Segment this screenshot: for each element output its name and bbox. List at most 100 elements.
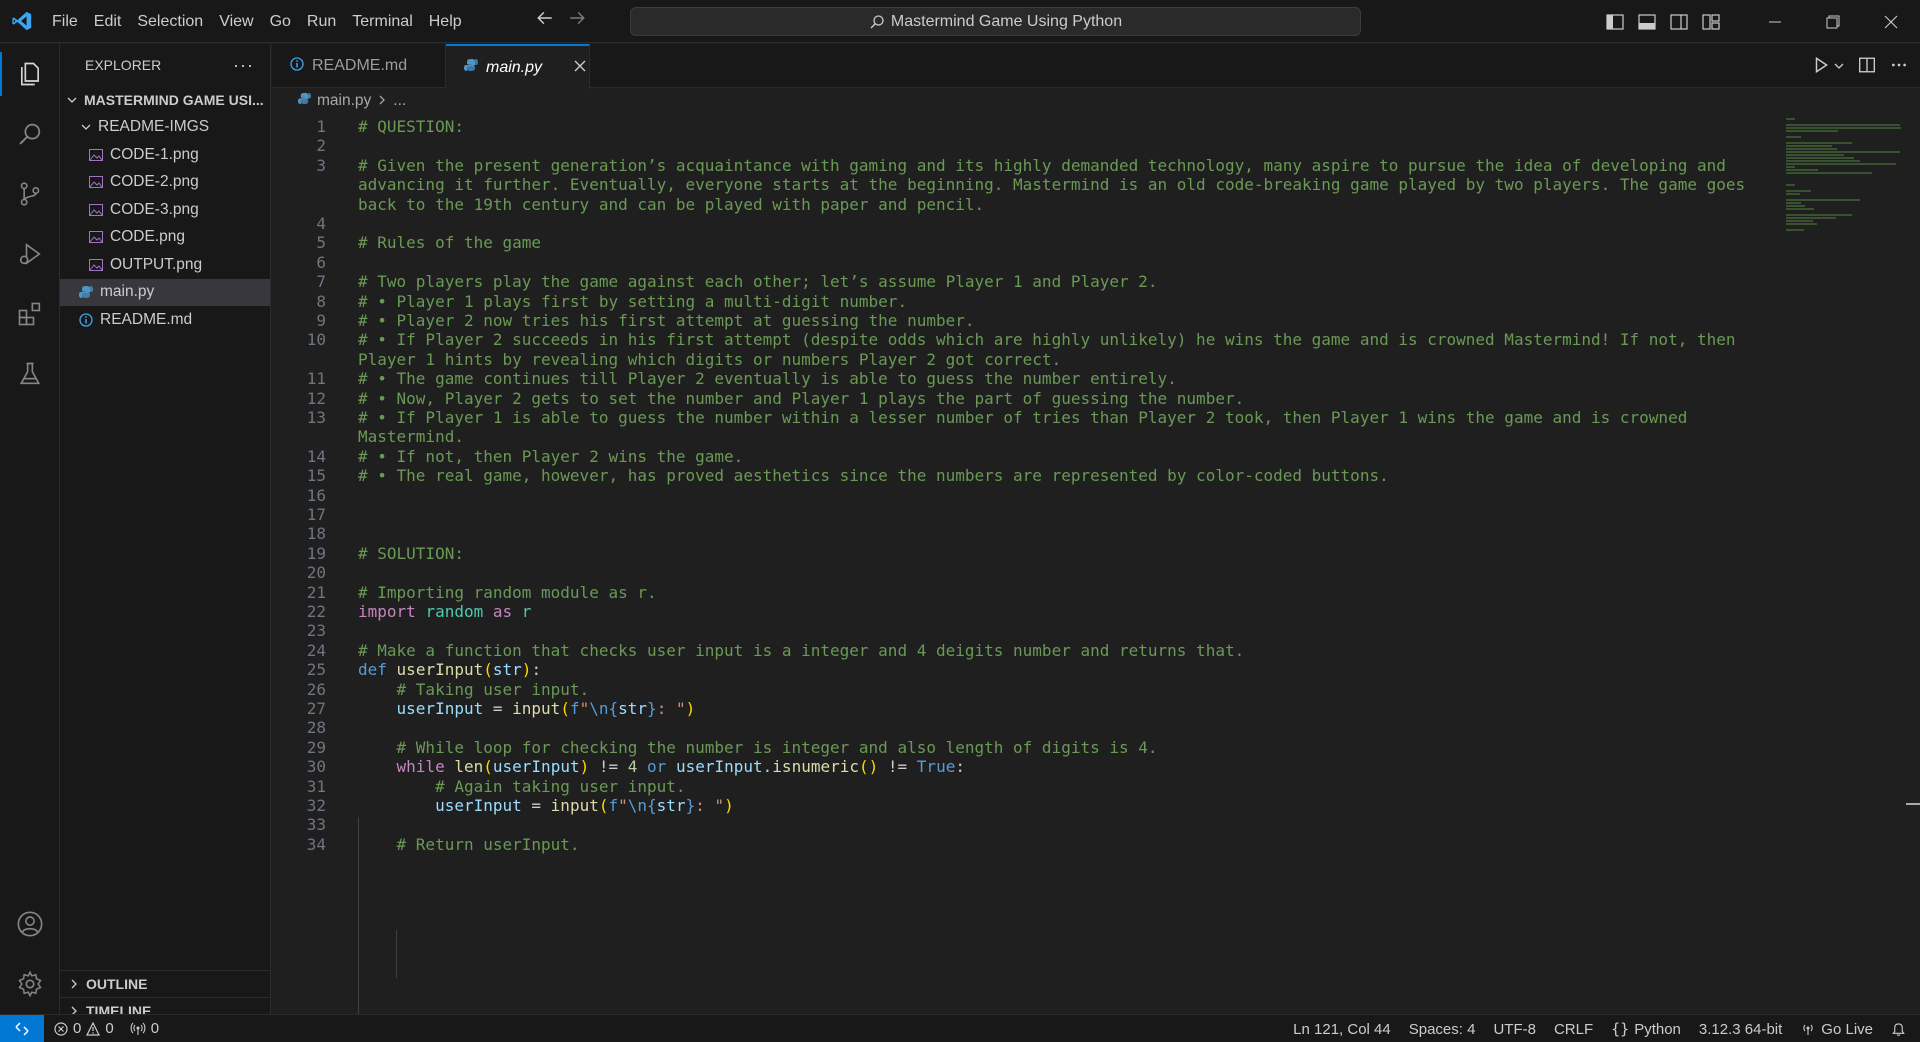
file-item-output[interactable]: OUTPUT.png (60, 251, 270, 279)
file-item-code[interactable]: CODE.png (60, 224, 270, 252)
code-token: # • Now, Player 2 gets to set the number… (358, 388, 1245, 408)
code-token: Mastermind. (358, 427, 464, 447)
run-and-debug-icon[interactable] (0, 224, 60, 284)
folder-label: README-IMGS (98, 118, 210, 136)
go-live-label: Go Live (1821, 1020, 1873, 1038)
menu-terminal[interactable]: Terminal (344, 0, 420, 43)
code-token: str (656, 796, 686, 815)
code-token: . (762, 757, 773, 777)
minimap-line (1786, 172, 1872, 174)
code-token: import (358, 602, 416, 621)
toggle-secondary-sidebar-icon[interactable] (1668, 11, 1690, 33)
encoding[interactable]: UTF-8 (1493, 1021, 1536, 1038)
folder-readme-imgs[interactable]: README-IMGS (60, 114, 270, 142)
command-center-search[interactable]: Mastermind Game Using Python (630, 7, 1361, 36)
code-token: } (685, 796, 696, 815)
customize-layout-icon[interactable] (1700, 11, 1722, 33)
breadcrumb-file[interactable]: main.py (317, 92, 371, 110)
command-center-label: Mastermind Game Using Python (890, 12, 1123, 30)
end-of-line[interactable]: CRLF (1554, 1021, 1593, 1038)
language-mode[interactable]: {} Python (1611, 1020, 1681, 1038)
more-actions-icon[interactable]: ··· (233, 55, 254, 76)
code-token: isnumeric (772, 757, 859, 777)
chevron-down-icon[interactable] (1834, 59, 1844, 74)
code-editor[interactable]: 1 # QUESTION: 2 3 # Given the present genera… (272, 114, 1780, 1014)
broadcast-icon (1803, 1024, 1813, 1035)
back-arrow-icon[interactable] (536, 9, 554, 33)
accounts-icon[interactable] (0, 894, 60, 954)
toggle-panel-icon[interactable] (1636, 11, 1658, 33)
search-icon[interactable] (0, 104, 60, 164)
code-token: r (521, 602, 532, 621)
tab-main-py[interactable]: main.py (446, 44, 590, 89)
code-text: userInput = input(f"\n{str}: ") (358, 697, 696, 721)
problems-indicator[interactable]: 0 0 (54, 1020, 114, 1037)
code-token: str (492, 660, 522, 680)
more-actions-icon[interactable] (1890, 56, 1908, 77)
code-token: " (579, 699, 590, 718)
scrollbar-position-marker[interactable] (1906, 803, 1920, 805)
indentation[interactable]: Spaces: 4 (1409, 1021, 1476, 1038)
extensions-icon[interactable] (0, 284, 60, 344)
toggle-primary-sidebar-icon[interactable] (1604, 11, 1626, 33)
notifications-bell-icon[interactable] (1891, 1022, 1906, 1037)
menu-run[interactable]: Run (299, 0, 344, 43)
outline-section[interactable]: OUTLINE (60, 970, 271, 997)
code-token: \n (627, 796, 648, 815)
file-item-code-3[interactable]: CODE-3.png (60, 196, 270, 224)
menu-view[interactable]: View (211, 0, 261, 43)
broadcast-icon (130, 1022, 146, 1035)
testing-flask-icon[interactable] (0, 344, 60, 404)
restore-icon[interactable] (1804, 0, 1862, 43)
code-token: ( (483, 660, 493, 680)
explorer-icon[interactable] (0, 44, 60, 104)
code-token: != (878, 757, 917, 777)
split-editor-icon[interactable] (1858, 56, 1876, 77)
tab-readme[interactable]: README.md (272, 44, 446, 88)
file-label: CODE.png (110, 228, 185, 246)
workspace-root[interactable]: MASTERMIND GAME USI... (60, 86, 270, 114)
file-item-readme[interactable]: README.md (60, 306, 270, 334)
minimap-line (1786, 193, 1801, 195)
code-token: or (647, 757, 667, 777)
workspace-root-label: MASTERMIND GAME USI... (84, 91, 264, 108)
close-tab-icon[interactable] (574, 59, 586, 77)
breadcrumb-symbol[interactable]: ... (393, 92, 406, 110)
forward-arrow-icon[interactable] (568, 9, 586, 33)
minimap-line (1786, 214, 1853, 216)
menu-file[interactable]: File (44, 0, 86, 43)
file-item-code-2[interactable]: CODE-2.png (60, 169, 270, 197)
code-line[interactable]: 34 # Return userInput. (272, 833, 580, 857)
settings-gear-icon[interactable] (0, 954, 60, 1014)
run-python-file-icon[interactable] (1812, 56, 1830, 77)
close-window-icon[interactable] (1862, 0, 1920, 43)
code-token: True (916, 757, 956, 777)
code-token: userInput (396, 660, 484, 680)
image-file-icon (88, 174, 104, 190)
minimize-icon[interactable] (1746, 0, 1804, 43)
code-token: ) (521, 660, 532, 680)
cursor-position[interactable]: Ln 121, Col 44 (1293, 1021, 1391, 1038)
menu-help[interactable]: Help (421, 0, 470, 43)
python-interpreter[interactable]: 3.12.3 64-bit (1699, 1021, 1782, 1038)
menu-edit[interactable]: Edit (86, 0, 130, 43)
minimap-line (1786, 199, 1860, 201)
file-item-code-1[interactable]: CODE-1.png (60, 141, 270, 169)
remote-indicator-icon[interactable] (0, 1014, 44, 1042)
menu-selection[interactable]: Selection (129, 0, 211, 43)
code-token: str (618, 699, 648, 718)
go-live-button[interactable]: Go Live (1800, 1021, 1873, 1038)
code-text: back to the 19th century and can be play… (358, 193, 984, 217)
minimap[interactable] (1784, 114, 1906, 364)
file-item-main-py[interactable]: main.py (60, 278, 270, 306)
menu-go[interactable]: Go (262, 0, 299, 43)
ports-indicator[interactable]: 0 (130, 1020, 159, 1037)
minimap-line (1786, 166, 1795, 168)
source-control-icon[interactable] (0, 164, 60, 224)
code-token: as (492, 602, 513, 621)
code-token: " (618, 796, 628, 815)
code-token: while (396, 757, 445, 777)
